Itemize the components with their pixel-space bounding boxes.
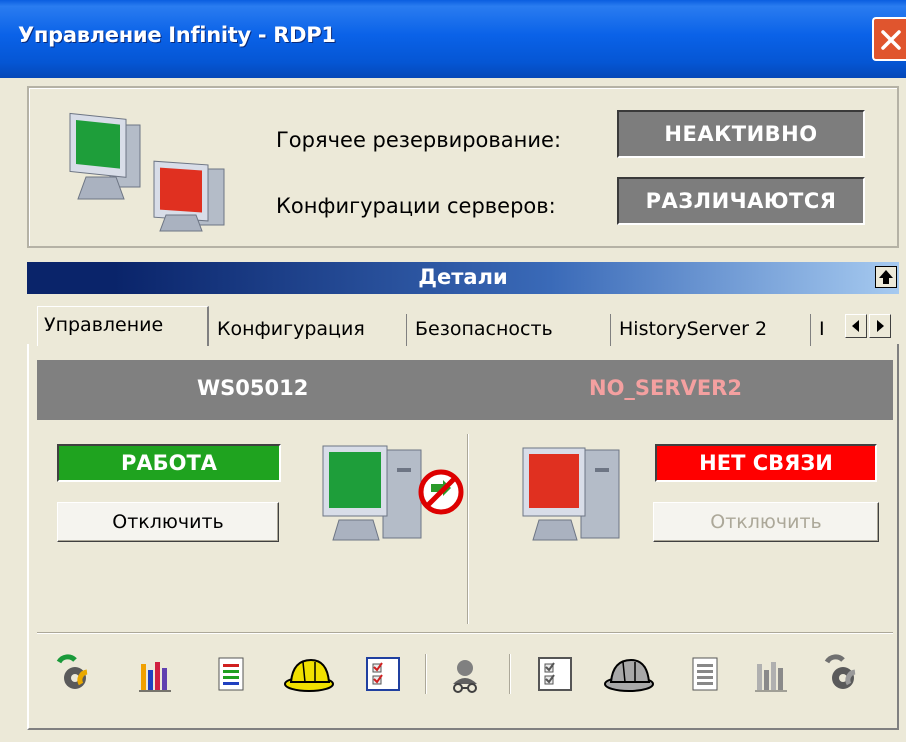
tab-scroll-right-button[interactable] [869,314,891,338]
network-user-icon[interactable] [445,654,485,694]
hot-standby-label: Горячее резервирование: [276,128,562,152]
collapse-button[interactable] [875,266,897,288]
redundant-servers-icon [69,112,225,232]
close-icon [881,30,901,50]
arrow-up-icon [879,270,893,284]
left-disconnect-button[interactable]: Отключить [57,502,279,542]
tab-security[interactable]: Безопасность [409,314,611,346]
details-header: Детали [27,262,899,294]
active-server-icon [322,445,464,541]
hot-standby-status: НЕАКТИВНО [617,110,865,158]
toolbar-separator [425,654,427,694]
bar-chart-icon[interactable] [135,654,175,694]
server-config-label: Конфигурации серверов: [276,194,556,218]
details-title: Детали [418,265,508,289]
servers-header: WS05012 NO_SERVER2 [37,360,893,420]
document-icon[interactable] [211,654,251,694]
hard-hat-icon[interactable] [603,654,657,694]
server-divider [467,434,469,624]
redundancy-status-panel: Горячее резервирование: НЕАКТИВНО Конфиг… [27,86,899,248]
management-tab-content: WS05012 NO_SERVER2 РАБОТА Отключить НЕТ … [27,344,899,730]
tab-management[interactable]: Управление [37,306,209,346]
arrow-left-icon [852,320,859,332]
app-window: Управление Infinity - RDP1 Горячее резер… [0,0,906,742]
server-config-status: РАЗЛИЧАЮТСЯ [617,177,865,225]
toolbar-separator [509,654,511,694]
tab-configuration[interactable]: Конфигурация [211,314,407,346]
right-server-name: NO_SERVER2 [589,376,742,400]
document-icon[interactable] [685,654,725,694]
offline-server-icon [522,447,620,541]
hard-hat-icon[interactable] [283,654,337,694]
checklist-icon[interactable] [363,654,403,694]
tab-strip: Управление Конфигурация Безопасность His… [27,304,899,346]
right-disconnect-button[interactable]: Отключить [653,502,879,542]
gear-refresh-icon[interactable] [53,654,93,694]
left-server-state: РАБОТА [57,444,281,482]
gear-refresh-icon[interactable] [821,654,861,694]
arrow-right-icon [877,320,884,332]
title-bar[interactable]: Управление Infinity - RDP1 [0,0,906,78]
bar-chart-icon[interactable] [751,654,791,694]
left-server-name: WS05012 [197,376,309,400]
close-button[interactable] [872,17,906,61]
checklist-icon[interactable] [535,654,575,694]
toolbar-divider [37,632,893,634]
window-title: Управление Infinity - RDP1 [18,23,336,47]
tab-scroll-left-button[interactable] [845,314,867,338]
tab-more[interactable]: I [813,314,843,346]
right-server-state: НЕТ СВЯЗИ [655,444,877,482]
tab-historyserver[interactable]: HistoryServer 2 [613,314,811,346]
